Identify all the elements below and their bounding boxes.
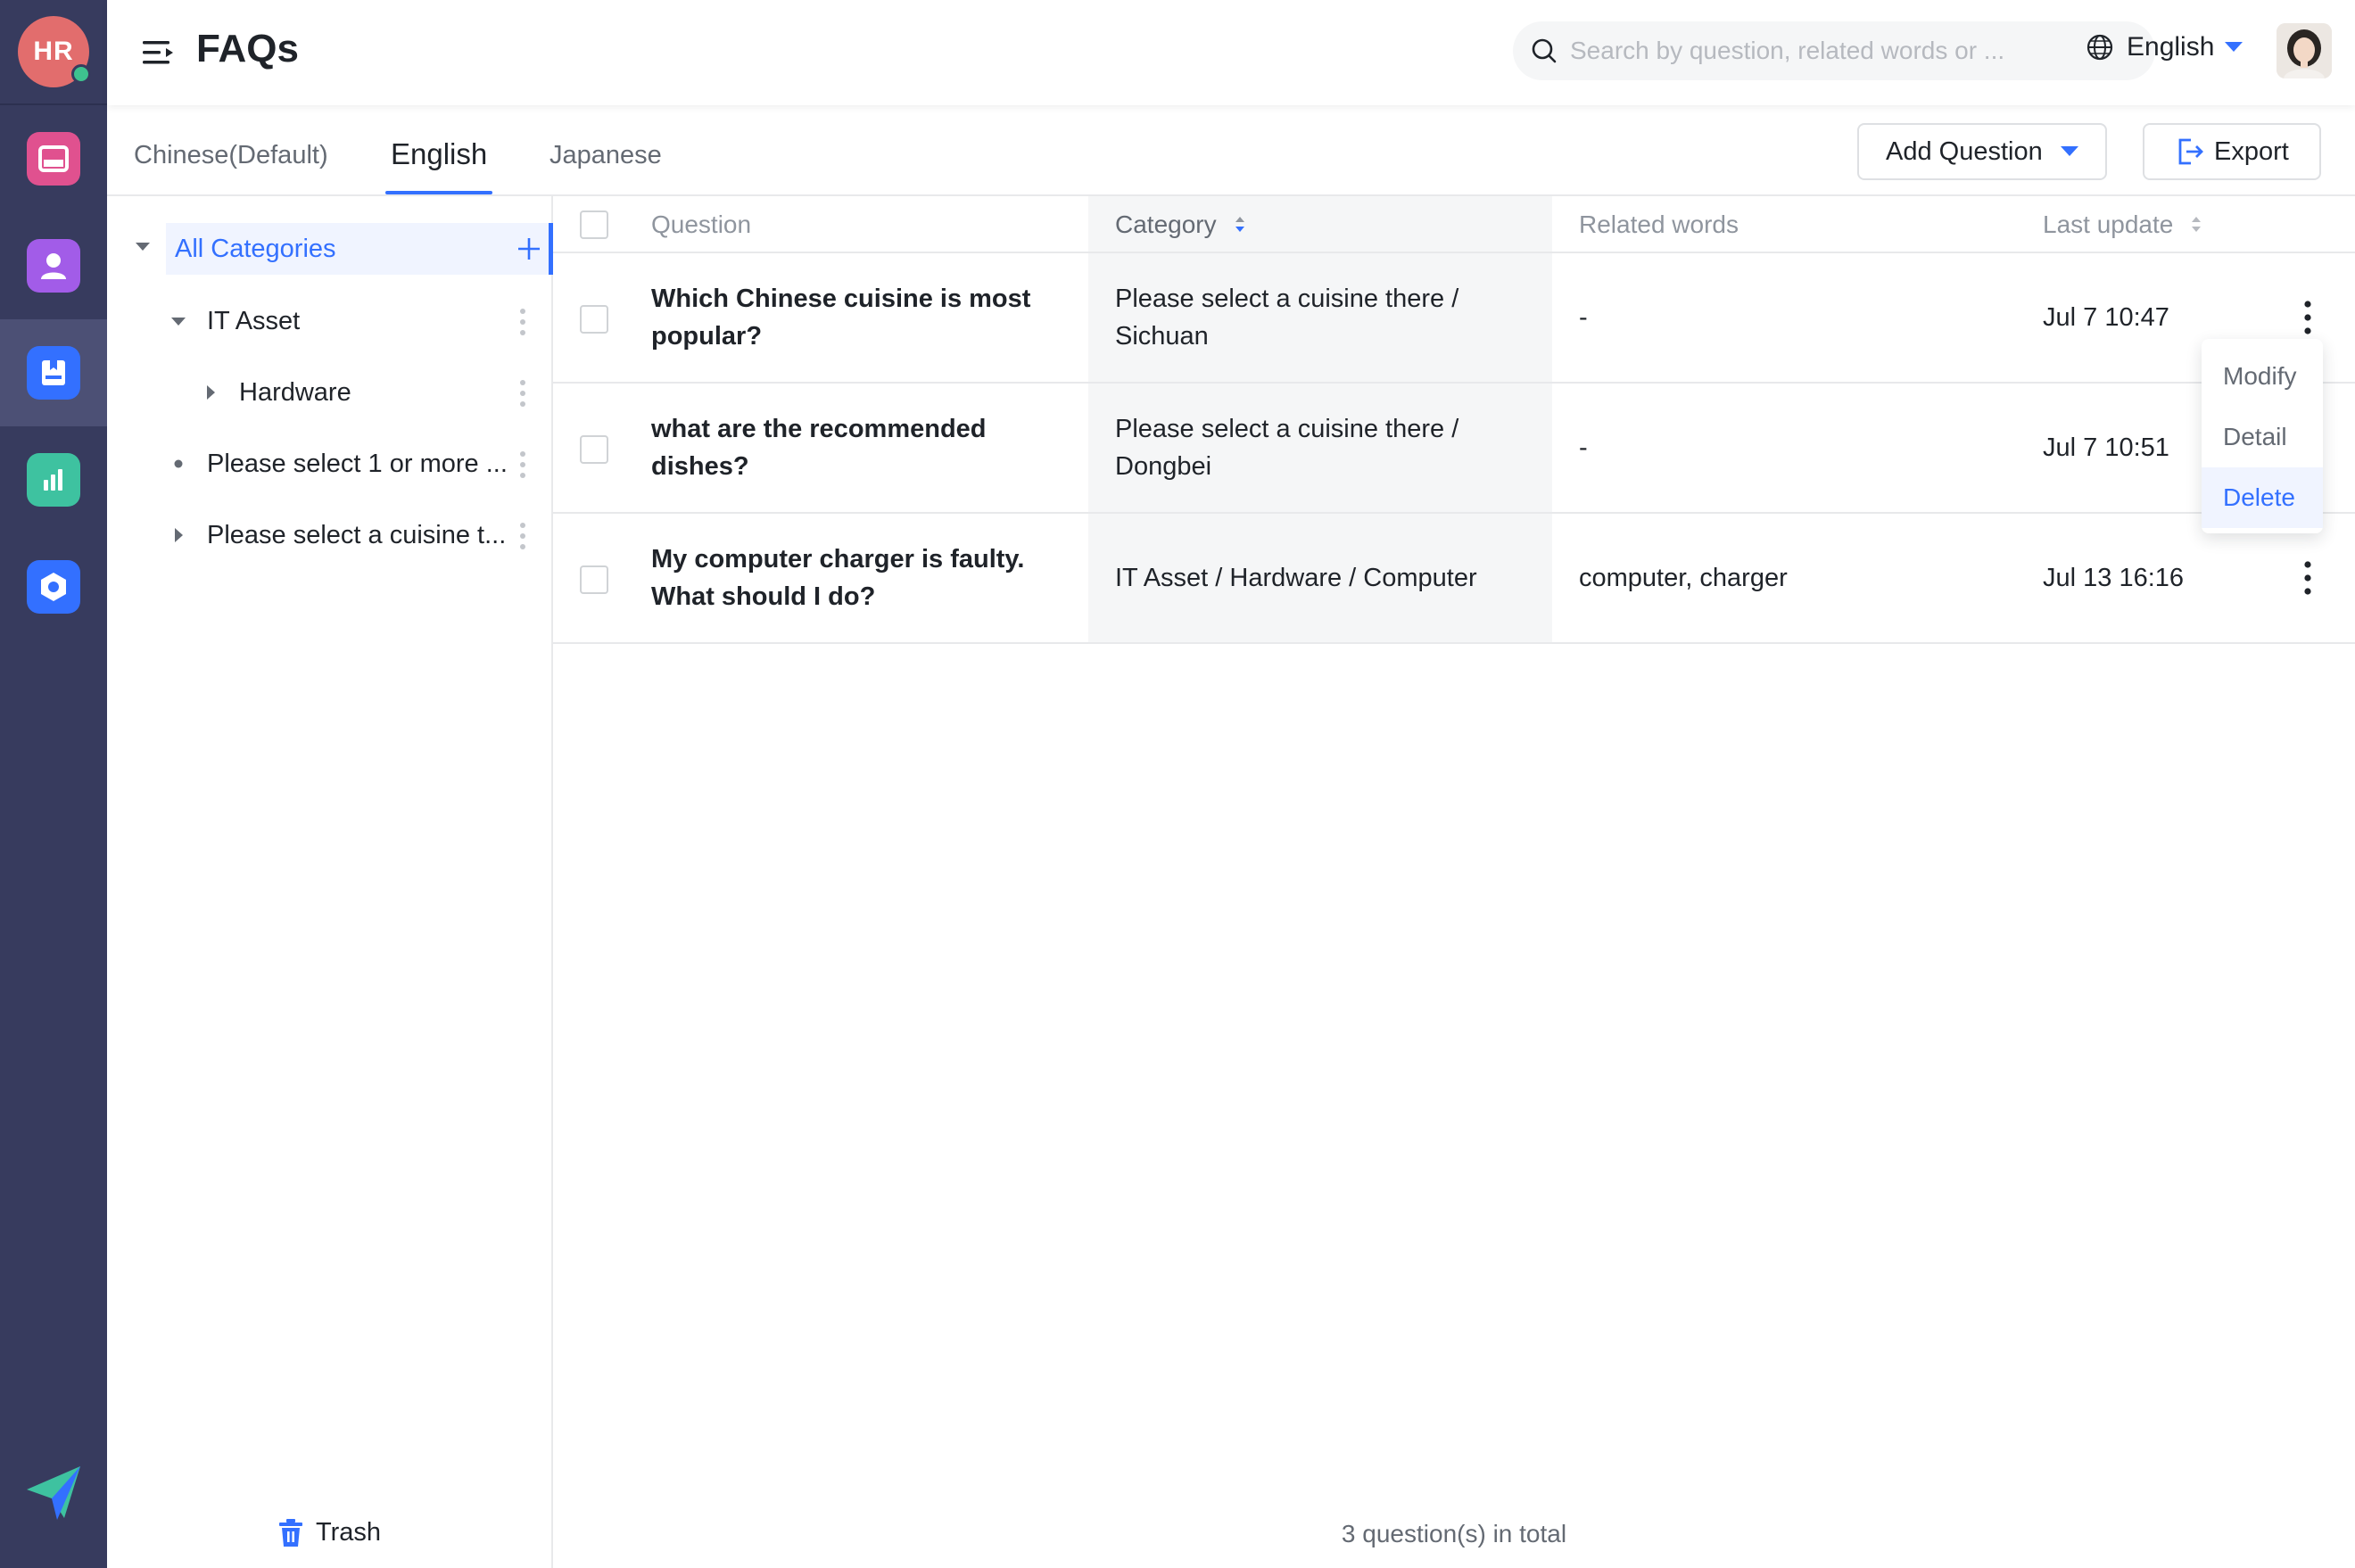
rail-item-settings[interactable] bbox=[0, 533, 107, 640]
inbox-icon bbox=[27, 132, 80, 186]
trash-button[interactable]: Trash bbox=[278, 1518, 381, 1547]
more-options-icon[interactable] bbox=[517, 521, 528, 551]
category-text: IT Asset / Hardware / Computer bbox=[1115, 564, 1477, 592]
rail-item-knowledge[interactable] bbox=[0, 319, 107, 426]
last-update-text: Jul 7 10:47 bbox=[2043, 303, 2169, 332]
sort-icon[interactable] bbox=[2189, 213, 2203, 236]
add-question-label: Add Question bbox=[1886, 136, 2043, 166]
caret-down-icon bbox=[2060, 146, 2078, 156]
select-all-checkbox[interactable] bbox=[580, 210, 608, 239]
globe-icon bbox=[2086, 34, 2113, 61]
rail-item-analytics[interactable] bbox=[0, 426, 107, 533]
export-label: Export bbox=[2214, 136, 2289, 166]
online-status-dot bbox=[71, 64, 91, 84]
language-tabs: Chinese(Default) English Japanese Add Qu… bbox=[107, 105, 2355, 196]
related-words-text: - bbox=[1579, 303, 1588, 332]
related-words-text: computer, charger bbox=[1579, 564, 1788, 592]
category-all[interactable]: All Categories bbox=[166, 223, 553, 275]
category-text: Please select a cuisine there / Dongbei bbox=[1115, 415, 1459, 481]
trash-label: Trash bbox=[316, 1518, 382, 1547]
caret-down-icon[interactable] bbox=[169, 312, 187, 330]
brand-initials: HR bbox=[33, 37, 74, 66]
category-label: Hardware bbox=[239, 377, 351, 407]
menu-item-modify[interactable]: Modify bbox=[2202, 346, 2323, 407]
more-options-icon[interactable] bbox=[517, 378, 528, 409]
rail-item-people[interactable] bbox=[0, 212, 107, 319]
active-tab-indicator bbox=[385, 191, 492, 194]
question-text[interactable]: what are the recommended dishes? bbox=[651, 410, 1070, 485]
category-panel: All Categories IT Asset Hardware Please … bbox=[107, 196, 553, 1568]
column-related: Related words bbox=[1579, 210, 1739, 239]
question-text[interactable]: My computer charger is faulty. What shou… bbox=[651, 541, 1070, 615]
last-update-text: Jul 13 16:16 bbox=[2043, 564, 2185, 592]
tab-english[interactable]: English bbox=[391, 137, 487, 171]
bar-chart-icon bbox=[27, 453, 80, 507]
language-switcher[interactable]: English bbox=[2086, 32, 2243, 62]
menu-item-detail[interactable]: Detail bbox=[2202, 407, 2323, 467]
row-checkbox[interactable] bbox=[580, 305, 608, 334]
category-text: Please select a cuisine there / Sichuan bbox=[1115, 285, 1459, 351]
add-question-button[interactable]: Add Question bbox=[1857, 123, 2107, 180]
search-icon bbox=[1532, 38, 1557, 63]
category-all-label: All Categories bbox=[175, 234, 336, 263]
rail-item-inbox[interactable] bbox=[0, 105, 107, 212]
column-category[interactable]: Category bbox=[1115, 210, 1247, 239]
column-updated[interactable]: Last update bbox=[2043, 210, 2203, 239]
page-title: FAQs bbox=[196, 27, 299, 70]
question-text[interactable]: Which Chinese cuisine is most popular? bbox=[651, 280, 1070, 355]
sort-icon[interactable] bbox=[1233, 213, 1247, 236]
app-rail: HR bbox=[0, 0, 107, 1568]
brand-avatar[interactable]: HR bbox=[18, 16, 91, 87]
row-checkbox[interactable] bbox=[580, 565, 608, 594]
column-related-label: Related words bbox=[1579, 210, 1739, 238]
user-avatar[interactable] bbox=[2276, 23, 2332, 78]
category-item[interactable]: IT Asset bbox=[107, 294, 551, 348]
column-updated-label: Last update bbox=[2043, 210, 2174, 238]
trash-icon bbox=[279, 1518, 302, 1547]
all-categories-toggle[interactable] bbox=[134, 219, 169, 273]
leaf-dot-icon bbox=[174, 459, 183, 468]
category-label: IT Asset bbox=[207, 306, 301, 335]
tab-chinese[interactable]: Chinese(Default) bbox=[134, 141, 328, 170]
search-input[interactable] bbox=[1570, 37, 2105, 65]
more-options-icon[interactable] bbox=[517, 450, 528, 480]
more-actions-icon[interactable] bbox=[2303, 560, 2312, 596]
more-actions-icon[interactable] bbox=[2303, 300, 2312, 335]
gear-icon bbox=[27, 560, 80, 614]
category-item[interactable]: Please select 1 or more ... bbox=[107, 437, 551, 491]
caret-right-icon[interactable] bbox=[169, 526, 187, 544]
related-words-text: - bbox=[1579, 433, 1588, 462]
user-icon bbox=[27, 239, 80, 293]
menu-item-delete[interactable]: Delete bbox=[2202, 467, 2323, 528]
category-item[interactable]: Please select a cuisine t... bbox=[107, 508, 551, 562]
book-icon bbox=[27, 346, 80, 400]
total-count: 3 question(s) in total bbox=[1341, 1520, 1567, 1547]
caret-right-icon[interactable] bbox=[202, 384, 219, 401]
table-row[interactable]: My computer charger is faulty. What shou… bbox=[553, 514, 2355, 644]
table-row[interactable]: Which Chinese cuisine is most popular? P… bbox=[553, 253, 2355, 384]
tab-japanese[interactable]: Japanese bbox=[550, 141, 662, 170]
caret-down-icon bbox=[2225, 42, 2243, 52]
column-question: Question bbox=[651, 210, 751, 239]
top-header: FAQs English bbox=[107, 0, 2355, 105]
row-checkbox[interactable] bbox=[580, 435, 608, 464]
row-actions-menu: Modify Detail Delete bbox=[2202, 339, 2323, 533]
table-header: Question Category Related words Last upd… bbox=[553, 196, 2355, 253]
column-category-label: Category bbox=[1115, 210, 1217, 238]
more-options-icon[interactable] bbox=[517, 307, 528, 337]
export-button[interactable]: Export bbox=[2143, 123, 2321, 180]
paper-plane-icon[interactable] bbox=[25, 1465, 82, 1522]
add-category-icon[interactable] bbox=[517, 237, 541, 260]
language-label: English bbox=[2127, 32, 2215, 62]
menu-toggle-icon[interactable] bbox=[141, 36, 175, 70]
category-label: Please select 1 or more ... bbox=[207, 449, 508, 478]
export-icon bbox=[2178, 138, 2203, 165]
table-row[interactable]: what are the recommended dishes? Please … bbox=[553, 384, 2355, 514]
category-item[interactable]: Hardware bbox=[107, 366, 551, 419]
search-box[interactable] bbox=[1513, 21, 2155, 80]
column-question-label: Question bbox=[651, 210, 752, 238]
caret-down-icon bbox=[136, 243, 150, 251]
category-label: Please select a cuisine t... bbox=[207, 520, 507, 549]
